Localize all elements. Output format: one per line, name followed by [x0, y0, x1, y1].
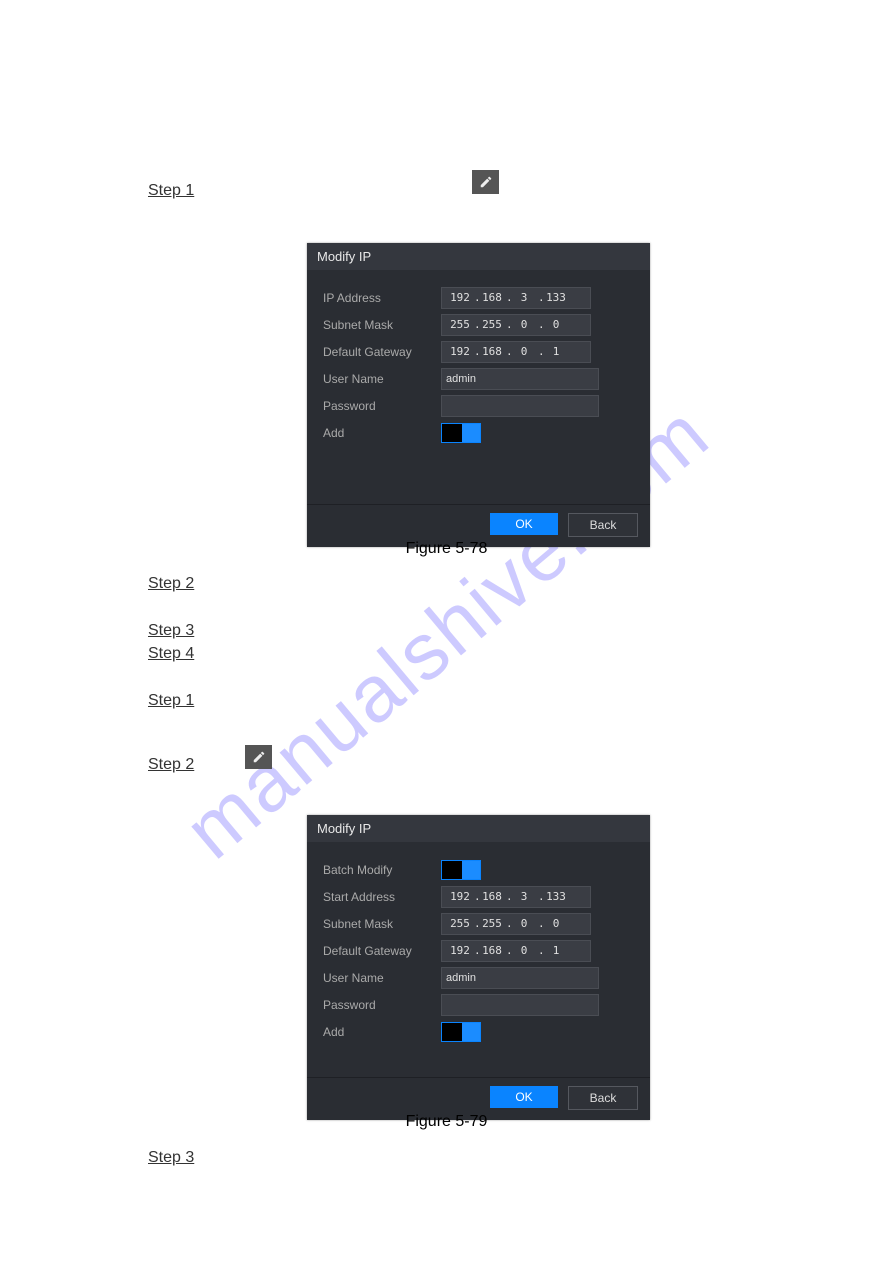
default-gateway-label: Default Gateway — [323, 944, 441, 958]
mask-octet-2: 255 — [478, 917, 506, 930]
figure-5-79-caption: Figure 5-79 — [0, 1113, 893, 1131]
user-name-label: User Name — [323, 372, 441, 386]
ok-button[interactable]: OK — [490, 513, 558, 535]
edit-icon[interactable] — [472, 170, 499, 194]
ip-octet-2: 168 — [478, 291, 506, 304]
default-gateway-input[interactable]: 192. 168. 0. 1 — [441, 940, 591, 962]
back-button[interactable]: Back — [568, 1086, 638, 1110]
modify-ip-dialog-2: Modify IP Batch Modify Start Address 192… — [307, 815, 650, 1120]
mask-octet-1: 255 — [446, 917, 474, 930]
dialog-title: Modify IP — [307, 243, 650, 270]
add-label: Add — [323, 426, 441, 440]
step-4-link[interactable]: Step 4 — [148, 645, 194, 663]
start-octet-2: 168 — [478, 890, 506, 903]
step-1b-link[interactable]: Step 1 — [148, 692, 194, 710]
default-gateway-input[interactable]: 192. 168. 0. 1 — [441, 341, 591, 363]
password-label: Password — [323, 399, 441, 413]
password-input[interactable] — [441, 994, 599, 1016]
mask-octet-3: 0 — [510, 318, 538, 331]
gw-octet-2: 168 — [478, 944, 506, 957]
dialog-title: Modify IP — [307, 815, 650, 842]
gw-octet-3: 0 — [510, 345, 538, 358]
add-toggle[interactable] — [441, 1022, 481, 1042]
subnet-mask-label: Subnet Mask — [323, 917, 441, 931]
step-2b-link[interactable]: Step 2 — [148, 756, 194, 774]
mask-octet-3: 0 — [510, 917, 538, 930]
subnet-mask-input[interactable]: 255. 255. 0. 0 — [441, 314, 591, 336]
gw-octet-1: 192 — [446, 345, 474, 358]
password-label: Password — [323, 998, 441, 1012]
user-name-input[interactable]: admin — [441, 967, 599, 989]
start-octet-4: 133 — [542, 890, 570, 903]
gw-octet-4: 1 — [542, 345, 570, 358]
gw-octet-3: 0 — [510, 944, 538, 957]
mask-octet-4: 0 — [542, 917, 570, 930]
add-toggle[interactable] — [441, 423, 481, 443]
gw-octet-1: 192 — [446, 944, 474, 957]
start-address-input[interactable]: 192. 168. 3. 133 — [441, 886, 591, 908]
start-octet-1: 192 — [446, 890, 474, 903]
step-3b-link[interactable]: Step 3 — [148, 1149, 194, 1167]
add-label: Add — [323, 1025, 441, 1039]
modify-ip-dialog-1: Modify IP IP Address 192. 168. 3. 133 Su… — [307, 243, 650, 547]
ip-address-label: IP Address — [323, 291, 441, 305]
gw-octet-4: 1 — [542, 944, 570, 957]
subnet-mask-label: Subnet Mask — [323, 318, 441, 332]
start-address-label: Start Address — [323, 890, 441, 904]
ip-octet-4: 133 — [542, 291, 570, 304]
figure-5-78-caption: Figure 5-78 — [0, 540, 893, 558]
ip-octet-1: 192 — [446, 291, 474, 304]
mask-octet-1: 255 — [446, 318, 474, 331]
subnet-mask-input[interactable]: 255. 255. 0. 0 — [441, 913, 591, 935]
gw-octet-2: 168 — [478, 345, 506, 358]
ip-octet-3: 3 — [510, 291, 538, 304]
ip-address-input[interactable]: 192. 168. 3. 133 — [441, 287, 591, 309]
mask-octet-4: 0 — [542, 318, 570, 331]
batch-modify-toggle[interactable] — [441, 860, 481, 880]
step-2-link[interactable]: Step 2 — [148, 575, 194, 593]
mask-octet-2: 255 — [478, 318, 506, 331]
batch-modify-label: Batch Modify — [323, 863, 441, 877]
password-input[interactable] — [441, 395, 599, 417]
default-gateway-label: Default Gateway — [323, 345, 441, 359]
step-1-link[interactable]: Step 1 — [148, 182, 194, 200]
back-button[interactable]: Back — [568, 513, 638, 537]
start-octet-3: 3 — [510, 890, 538, 903]
user-name-label: User Name — [323, 971, 441, 985]
step-3-link[interactable]: Step 3 — [148, 622, 194, 640]
ok-button[interactable]: OK — [490, 1086, 558, 1108]
edit-icon-2[interactable] — [245, 745, 272, 769]
user-name-input[interactable]: admin — [441, 368, 599, 390]
